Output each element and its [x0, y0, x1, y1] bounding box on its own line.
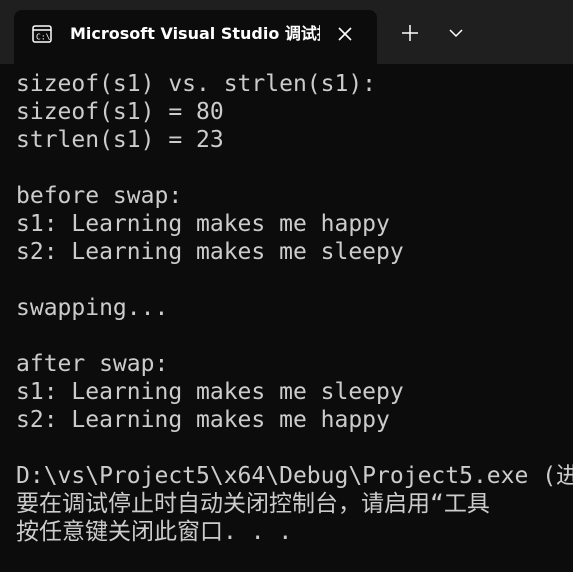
console-line: sizeof(s1) vs. strlen(s1):	[16, 71, 377, 97]
console-line: strlen(s1) = 23	[16, 127, 224, 153]
console-line: 按任意键关闭此窗口. . .	[16, 519, 293, 545]
title-bar: C:\ Microsoft Visual Studio 调试控制台	[0, 0, 573, 64]
console-line: s2: Learning makes me happy	[16, 407, 390, 433]
console-line: before swap:	[16, 183, 183, 209]
console-output[interactable]: sizeof(s1) vs. strlen(s1): sizeof(s1) = …	[0, 64, 573, 572]
console-line: s1: Learning makes me sleepy	[16, 379, 404, 405]
console-line: 要在调试停止时自动关闭控制台，请启用“工具	[16, 491, 490, 517]
console-line: s1: Learning makes me happy	[16, 211, 390, 237]
tab-title: Microsoft Visual Studio 调试控制台	[70, 24, 320, 43]
console-line: swapping...	[16, 295, 169, 321]
console-line: after swap:	[16, 351, 169, 377]
terminal-window: C:\ Microsoft Visual Studio 调试控制台 sizeof…	[0, 0, 573, 572]
svg-text:C:\: C:\	[36, 33, 51, 42]
console-app-icon: C:\	[32, 25, 52, 43]
close-icon[interactable]	[334, 23, 356, 45]
console-line: sizeof(s1) = 80	[16, 99, 224, 125]
chevron-down-icon[interactable]	[444, 21, 468, 45]
tab-debug-console[interactable]: C:\ Microsoft Visual Studio 调试控制台	[14, 10, 377, 64]
plus-icon[interactable]	[398, 21, 422, 45]
console-line: s2: Learning makes me sleepy	[16, 239, 404, 265]
console-line: D:\vs\Project5\x64\Debug\Project5.exe (进	[16, 463, 573, 489]
